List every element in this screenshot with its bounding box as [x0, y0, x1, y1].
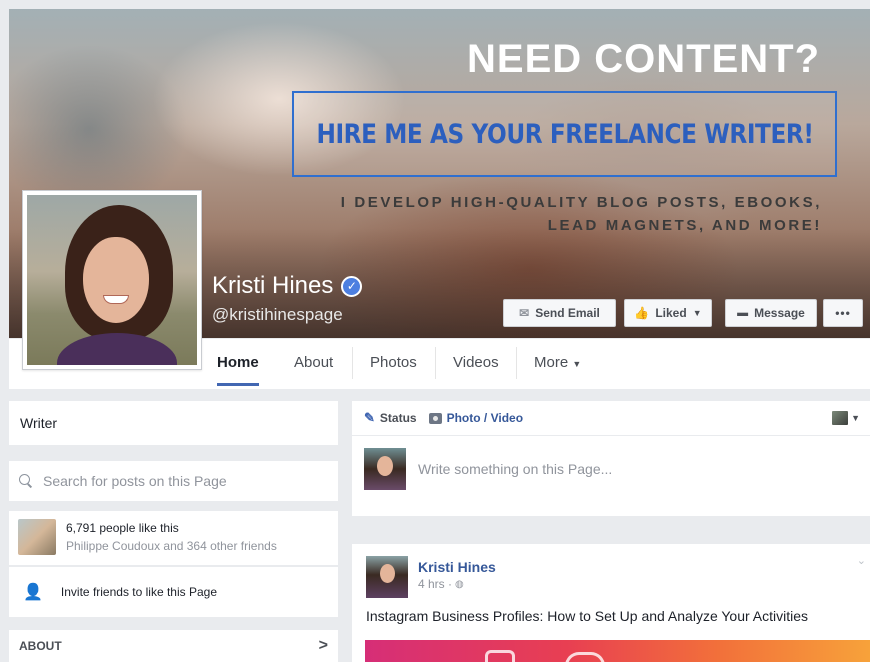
invite-label: Invite friends to like this Page [60, 585, 218, 599]
cover-subtext: I DEVELOP HIGH-QUALITY BLOG POSTS, EBOOK… [341, 191, 822, 237]
page-name[interactable]: Kristi Hines ✓ [212, 272, 363, 300]
post-header: Kristi Hines 4 hrs · ◍ ⌄ [352, 544, 870, 598]
message-label: Message [754, 306, 805, 320]
post-image[interactable] [365, 640, 870, 662]
search-input[interactable] [43, 473, 323, 489]
tab-videos[interactable]: Videos [453, 354, 499, 386]
message-button[interactable]: ▬ Message [725, 299, 817, 327]
post-author-block: Kristi Hines 4 hrs · ◍ [418, 556, 496, 598]
liked-label: Liked [655, 306, 687, 320]
status-tab[interactable]: ✎ Status [364, 410, 417, 426]
post-image-shape [565, 652, 605, 662]
cover-banner: HIRE ME AS YOUR FREELANCE WRITER! [292, 91, 837, 177]
cover-subtext-line2: LEAD MAGNETS, AND MORE! [547, 217, 822, 234]
tab-about[interactable]: About [294, 354, 333, 386]
likes-count[interactable]: 6,791 people like this [66, 519, 277, 537]
globe-icon: ◍ [455, 578, 464, 590]
nav-divider [435, 347, 436, 379]
likes-text: 6,791 people like this Philippe Coudoux … [66, 519, 277, 557]
composer-tabs: ✎ Status Photo / Video ▼ [352, 401, 870, 436]
search-icon [19, 474, 33, 488]
verified-badge-icon: ✓ [341, 275, 363, 297]
composer-body[interactable]: Write something on this Page... [352, 436, 870, 502]
photo-video-tab-label: Photo / Video [446, 411, 524, 425]
more-options-label: ••• [835, 306, 851, 320]
audience-avatar [832, 411, 849, 425]
friends-thumbnail [18, 519, 56, 555]
about-heading: ABOUT [19, 639, 62, 653]
message-icon: ▬ [737, 307, 749, 319]
photo-video-tab[interactable]: Photo / Video [428, 411, 524, 425]
send-email-label: Send Email [535, 306, 600, 320]
page-post-search[interactable] [9, 461, 338, 501]
avatar[interactable] [366, 556, 408, 598]
cover-subtext-line1: I DEVELOP HIGH-QUALITY BLOG POSTS, EBOOK… [340, 194, 822, 211]
page-likes[interactable]: 6,791 people like this Philippe Coudoux … [9, 511, 338, 566]
post-meta: 4 hrs · ◍ [418, 577, 496, 591]
about-section-header[interactable]: ABOUT > [9, 630, 338, 662]
chevron-right-icon[interactable]: > [319, 637, 328, 655]
post-author[interactable]: Kristi Hines [418, 559, 496, 575]
tab-more-label: More [534, 354, 569, 371]
composer-input[interactable]: Write something on this Page... [418, 461, 612, 477]
chevron-down-icon: ▼ [572, 359, 582, 369]
avatar [364, 448, 406, 490]
post-time[interactable]: 4 hrs · [418, 577, 452, 591]
envelope-icon: ✉ [519, 306, 530, 320]
post-composer: ✎ Status Photo / Video ▼ Write something… [352, 401, 870, 516]
page-category[interactable]: Writer [9, 401, 338, 445]
profile-picture-image [27, 195, 197, 365]
page-name-text[interactable]: Kristi Hines [212, 272, 333, 300]
post-image-shape [485, 650, 515, 662]
profile-face [83, 237, 149, 323]
profile-picture[interactable] [22, 190, 202, 370]
pencil-icon: ✎ [364, 410, 375, 425]
chevron-down-icon[interactable]: ⌄ [857, 554, 866, 567]
invite-friends[interactable]: 👤 Invite friends to like this Page [9, 567, 338, 617]
tab-photos[interactable]: Photos [370, 354, 417, 386]
tab-home[interactable]: Home [217, 354, 259, 386]
nav-divider [352, 347, 353, 379]
send-email-button[interactable]: ✉ Send Email [503, 299, 616, 327]
more-options-button[interactable]: ••• [823, 299, 863, 327]
nav-divider [516, 347, 517, 379]
audience-selector[interactable]: ▼ [832, 411, 860, 425]
chevron-down-icon: ▼ [851, 413, 860, 423]
profile-shirt [57, 333, 177, 365]
cover-banner-text: HIRE ME AS YOUR FREELANCE WRITER! [315, 118, 814, 150]
likes-friends[interactable]: Philippe Coudoux and 364 other friends [66, 537, 277, 555]
thumbs-up-icon: 👍 [634, 306, 650, 320]
status-tab-label: Status [379, 411, 417, 425]
camera-icon [428, 412, 442, 424]
post-text: Instagram Business Profiles: How to Set … [366, 608, 809, 624]
feed-post: Kristi Hines 4 hrs · ◍ ⌄ Instagram Busin… [352, 544, 870, 662]
chevron-down-icon: ▼ [692, 308, 702, 318]
liked-button[interactable]: 👍 Liked ▼ [624, 299, 712, 327]
tab-more[interactable]: More ▼ [534, 354, 581, 386]
add-friend-icon: 👤 [23, 584, 43, 601]
cover-headline: NEED CONTENT? [467, 37, 820, 81]
page-handle[interactable]: @kristihinespage [212, 305, 343, 325]
